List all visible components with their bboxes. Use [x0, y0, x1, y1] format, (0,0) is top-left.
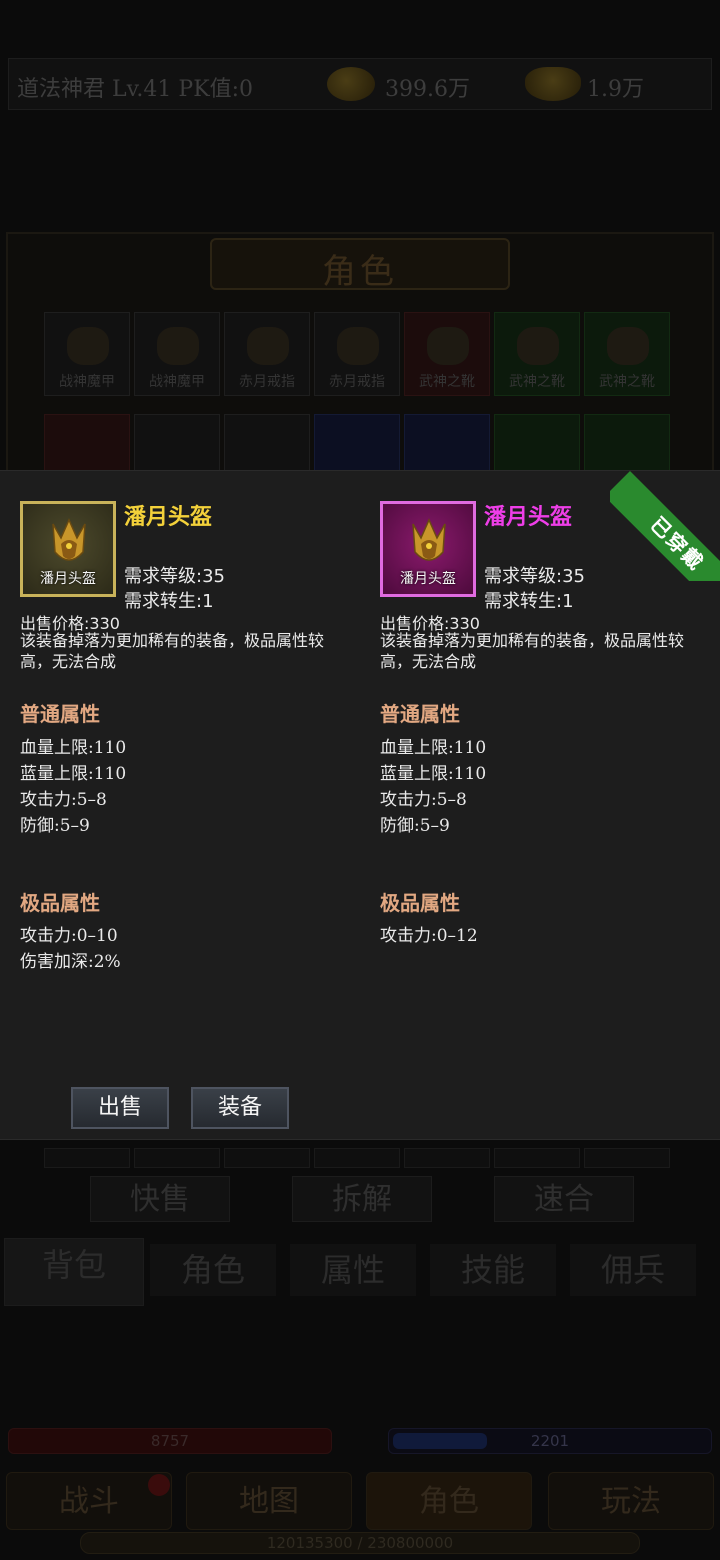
item-icon-frame: 潘月头盔: [380, 501, 476, 597]
bottom-navigation: 战斗 地图 角色 玩法: [0, 1472, 720, 1532]
equipment-slot[interactable]: 赤月戒指: [224, 312, 310, 396]
equipment-slot[interactable]: 武神之靴: [584, 312, 670, 396]
ingot-amount: 1.9万: [587, 77, 644, 102]
slot-label: 赤月戒指: [329, 374, 385, 390]
equipment-slot[interactable]: [494, 1148, 580, 1168]
required-level: 需求等级:35: [484, 566, 585, 587]
gold-amount: 399.6万: [385, 77, 470, 102]
attribute-line: 血量上限:110: [380, 738, 487, 758]
item-icon-label: 潘月头盔: [40, 571, 96, 587]
equipment-slot[interactable]: [584, 1148, 670, 1168]
slot-label: 武神之靴: [599, 374, 655, 390]
normal-attributes-title: 普通属性: [20, 702, 100, 726]
nav-role[interactable]: 角色: [366, 1472, 532, 1530]
attribute-line: 蓝量上限:110: [20, 764, 127, 784]
equipped-badge: 已穿戴: [610, 471, 720, 581]
experience-value: 120135300 / 230800000: [266, 1534, 454, 1552]
quick-sell-button[interactable]: 快售: [90, 1176, 230, 1222]
attribute-line: 攻击力:0–10: [20, 926, 118, 946]
role-panel-title: 角色: [322, 252, 398, 292]
ingot-icon: [525, 67, 581, 101]
notification-dot: [148, 1474, 170, 1496]
sell-button[interactable]: 出售: [71, 1087, 169, 1129]
item-description: 该装备掉落为更加稀有的装备，极品属性较高，无法合成: [380, 631, 685, 671]
hp-value: 8757: [150, 1432, 190, 1450]
nav-map[interactable]: 地图: [186, 1472, 352, 1530]
player-status-bar: 道法神君 Lv.41 PK值:0 399.6万 1.9万: [8, 58, 712, 110]
experience-bar: 120135300 / 230800000: [80, 1532, 640, 1554]
item-icon-frame: 潘月头盔: [20, 501, 116, 597]
ring-icon: [247, 327, 289, 365]
slot-label: 武神之靴: [419, 374, 475, 390]
slot-label: 赤月戒指: [239, 374, 295, 390]
tab-bag[interactable]: 背包: [4, 1238, 144, 1306]
required-rebirth: 需求转生:1: [124, 591, 214, 612]
armor-icon: [67, 327, 109, 365]
tab-attributes[interactable]: 属性: [290, 1244, 416, 1296]
attribute-line: 攻击力:5–8: [20, 790, 107, 810]
nav-gameplay[interactable]: 玩法: [548, 1472, 714, 1530]
equipment-grid-row-1: 战神魔甲 战神魔甲 赤月戒指 赤月戒指 武神之靴 武神之靴 武神之靴: [44, 312, 670, 396]
attribute-line: 防御:5–9: [20, 816, 90, 836]
equipment-slot[interactable]: [314, 1148, 400, 1168]
boots-icon: [427, 327, 469, 365]
equipment-slot[interactable]: 赤月戒指: [314, 312, 400, 396]
attribute-line: 伤害加深:2%: [20, 952, 121, 972]
tab-role[interactable]: 角色: [150, 1244, 276, 1296]
equip-button[interactable]: 装备: [191, 1087, 289, 1129]
gold-coin-icon: [327, 67, 375, 101]
equipment-grid-row-3: [44, 1148, 670, 1168]
equipment-slot[interactable]: 武神之靴: [404, 312, 490, 396]
attribute-line: 蓝量上限:110: [380, 764, 487, 784]
equipment-slot[interactable]: 战神魔甲: [134, 312, 220, 396]
equipment-slot[interactable]: [44, 1148, 130, 1168]
slot-label: 武神之靴: [509, 374, 565, 390]
fuse-button[interactable]: 速合: [494, 1176, 634, 1222]
slot-label: 战神魔甲: [59, 374, 115, 390]
required-rebirth: 需求转生:1: [484, 591, 574, 612]
boots-icon: [607, 327, 649, 365]
attribute-line: 防御:5–9: [380, 816, 450, 836]
attribute-line: 血量上限:110: [20, 738, 127, 758]
special-attributes-title: 极品属性: [20, 891, 100, 915]
player-info: 道法神君 Lv.41 PK值:0: [17, 77, 254, 102]
ring-icon: [337, 327, 379, 365]
helmet-icon: [412, 518, 446, 561]
mp-value: 2201: [530, 1432, 570, 1450]
equipment-slot[interactable]: [404, 1148, 490, 1168]
equipped-badge-label: 已穿戴: [610, 471, 720, 581]
special-attributes-title: 极品属性: [380, 891, 460, 915]
boots-icon: [517, 327, 559, 365]
armor-icon: [157, 327, 199, 365]
equipment-slot[interactable]: 武神之靴: [494, 312, 580, 396]
mp-bar: 2201: [388, 1428, 712, 1454]
attribute-line: 攻击力:0–12: [380, 926, 478, 946]
item-icon-label: 潘月头盔: [400, 571, 456, 587]
equipment-slot[interactable]: [134, 1148, 220, 1168]
equipment-slot[interactable]: 战神魔甲: [44, 312, 130, 396]
panel-tabs: 背包 角色 属性 技能 佣兵: [0, 1238, 720, 1306]
item-name: 潘月头盔: [484, 505, 573, 530]
item-compare-popup: 潘月头盔 潘月头盔 需求等级:35 需求转生:1 出售价格:330 该装备掉落为…: [0, 470, 720, 1140]
equipment-slot[interactable]: [224, 1148, 310, 1168]
item-description: 该装备掉落为更加稀有的装备，极品属性较高，无法合成: [20, 631, 325, 671]
tab-skills[interactable]: 技能: [430, 1244, 556, 1296]
slot-label: 战神魔甲: [149, 374, 205, 390]
helmet-icon: [52, 518, 86, 561]
item-name: 潘月头盔: [124, 505, 213, 530]
hp-bar: 8757: [8, 1428, 332, 1454]
normal-attributes-title: 普通属性: [380, 702, 460, 726]
tab-mercenary[interactable]: 佣兵: [570, 1244, 696, 1296]
attribute-line: 攻击力:5–8: [380, 790, 467, 810]
required-level: 需求等级:35: [124, 566, 225, 587]
candidate-item-panel: 潘月头盔 潘月头盔 需求等级:35 需求转生:1 出售价格:330 该装备掉落为…: [20, 471, 360, 1071]
disassemble-button[interactable]: 拆解: [292, 1176, 432, 1222]
nav-battle[interactable]: 战斗: [6, 1472, 172, 1530]
role-panel-header: 角色: [210, 238, 510, 292]
